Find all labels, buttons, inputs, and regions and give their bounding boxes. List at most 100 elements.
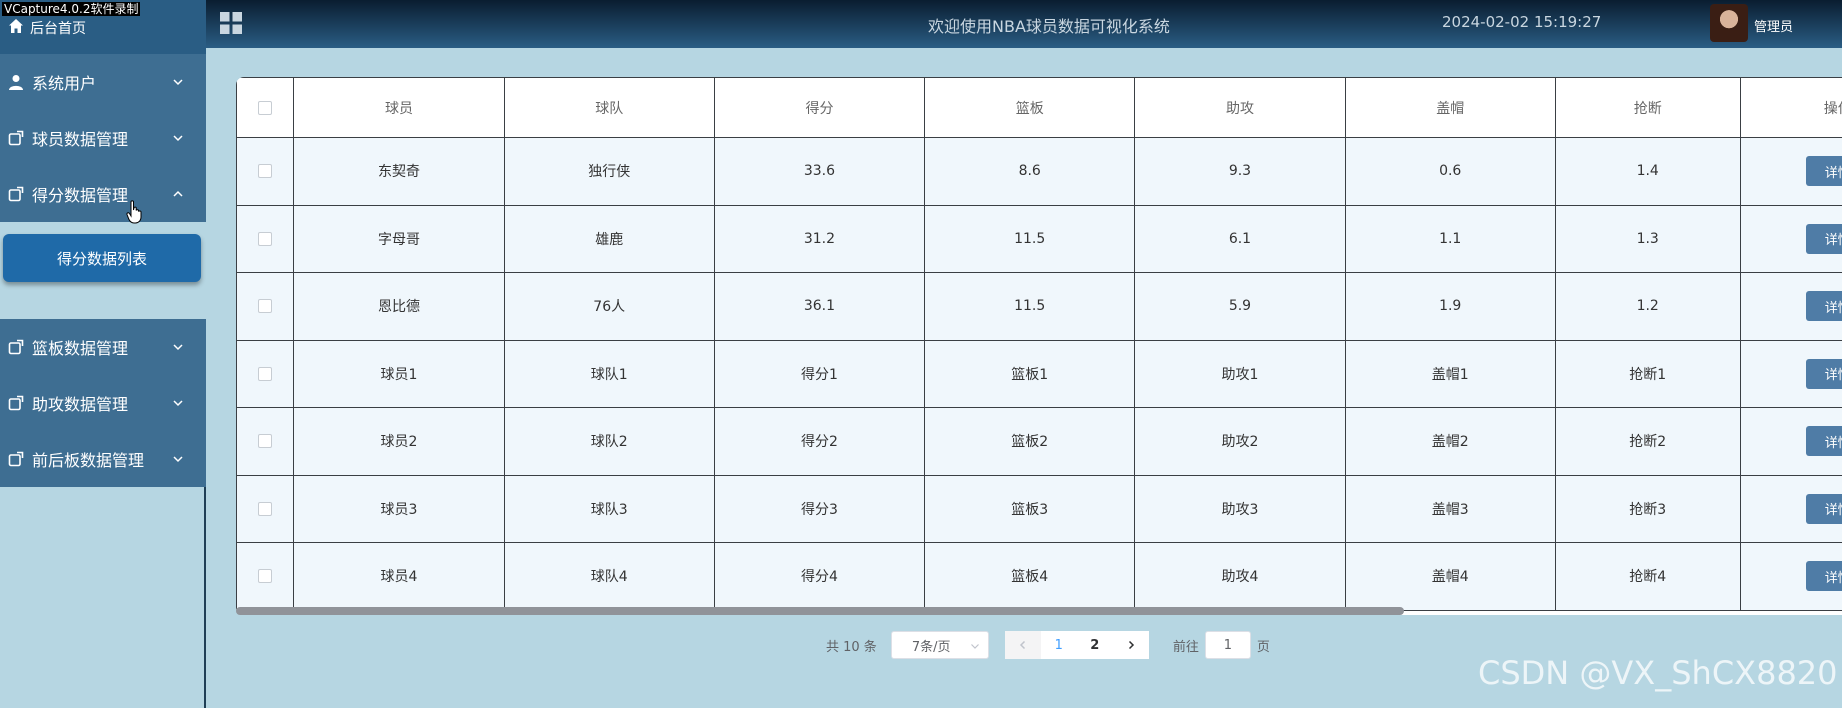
table-cell: 36.1 [713,272,926,341]
share-box-icon [8,130,24,146]
select-all-checkbox[interactable] [258,100,273,115]
sidebar-item-assist-data[interactable]: 助攻数据管理 [0,375,206,431]
submenu-item-score-list[interactable]: 得分数据列表 [3,234,201,282]
row-select-cell [236,272,295,341]
goto-page: 前往 1 页 [1173,631,1270,659]
row-checkbox[interactable] [258,501,273,516]
column-header: 抢断 [1554,77,1741,138]
sidebar-item-front-back-board-data[interactable]: 前后板数据管理 [0,431,206,487]
top-header: 欢迎使用NBA球员数据可视化系统 2024-02-02 15:19:27 管理员 [206,0,1842,48]
hand-cursor-icon [126,200,142,224]
detail-button[interactable]: 详情 [1805,561,1842,592]
table-cell: 球队3 [503,474,715,543]
sidebar-item-label: 得分数据管理 [32,186,129,205]
row-checkbox[interactable] [258,434,273,449]
system-title: 欢迎使用NBA球员数据可视化系统 [928,17,1170,36]
page-number-2[interactable]: 2 [1076,631,1113,659]
submenu-score-data: 得分数据列表 [0,222,206,319]
table-cell: 盖帽3 [1344,474,1556,543]
table-cell: 盖帽2 [1344,407,1556,476]
sidebar-item-system-users[interactable]: 系统用户 [0,54,206,110]
table-cell: 球员3 [293,474,505,543]
sidebar: 后台首页 系统用户 球员数据管理 得分数据管理 得分数据列表 篮板数据管理 助攻… [0,0,206,708]
detail-button[interactable]: 详情 [1805,493,1842,524]
table-cell: 5.9 [1134,272,1346,341]
table-cell: 东契奇 [293,137,505,206]
page-size-select[interactable]: 7条/页 [890,631,989,659]
detail-button[interactable]: 详情 [1805,223,1842,254]
sidebar-item-label: 前后板数据管理 [32,451,145,470]
table-cell: 助攻4 [1134,542,1346,611]
action-cell: 详情 [1739,407,1842,476]
sidebar-item-score-data[interactable]: 得分数据管理 [0,166,206,222]
table-cell: 雄鹿 [503,204,715,273]
user-name[interactable]: 管理员 [1754,16,1793,35]
table-cell: 31.2 [713,204,926,273]
grid-menu-icon[interactable] [220,12,242,34]
next-page-button[interactable] [1112,631,1149,659]
table-cell: 助攻2 [1134,407,1346,476]
action-cell: 详情 [1739,272,1842,341]
share-box-icon [8,339,24,355]
table-cell: 抢断4 [1554,542,1741,611]
chevron-down-icon [970,644,979,649]
table-cell: 球队1 [503,339,715,408]
table-cell: 独行侠 [503,137,715,206]
column-header: 球员 [293,77,505,138]
action-cell: 详情 [1739,137,1842,206]
total-count: 共 10 条 [826,639,877,655]
detail-button[interactable]: 详情 [1805,426,1842,457]
home-link[interactable]: 后台首页 [8,18,86,38]
table-cell: 篮板1 [924,339,1136,408]
detail-button[interactable]: 详情 [1805,358,1842,389]
chevron-up-icon [173,190,183,197]
table-cell: 6.1 [1134,204,1346,273]
row-checkbox[interactable] [258,164,273,179]
row-checkbox[interactable] [258,366,273,381]
page-number-1[interactable]: 1 [1040,631,1077,659]
action-cell: 详情 [1739,204,1842,273]
row-checkbox[interactable] [258,231,273,246]
sidebar-item-rebound-data[interactable]: 篮板数据管理 [0,319,206,375]
table-cell: 1.4 [1554,137,1741,206]
sidebar-item-label: 篮板数据管理 [32,339,129,358]
chevron-down-icon [173,135,183,142]
column-header: 助攻 [1134,77,1346,138]
sidebar-item-label: 助攻数据管理 [32,395,129,414]
share-box-icon [8,186,24,202]
avatar[interactable] [1710,4,1748,42]
table-cell: 33.6 [713,137,926,206]
table-header-row: 球员 球队 得分 篮板 助攻 盖帽 抢断 操作 [236,77,1842,138]
prev-page-button[interactable] [1004,631,1041,659]
goto-page-input[interactable]: 1 [1204,631,1251,659]
table-cell: 76人 [503,272,715,341]
horizontal-scrollbar[interactable] [236,607,1404,615]
table-row: 球员1球队1得分1篮板1助攻1盖帽1抢断1 详情 [236,339,1842,408]
share-box-icon [8,451,24,467]
table-cell: 抢断2 [1554,407,1741,476]
table-cell: 得分1 [713,339,926,408]
table-cell: 0.6 [1344,137,1556,206]
sidebar-menu: 系统用户 球员数据管理 得分数据管理 得分数据列表 篮板数据管理 助攻数据管理 … [0,54,206,487]
page-size-value: 7条/页 [911,639,951,655]
column-header: 操作 [1739,77,1842,138]
row-checkbox[interactable] [258,569,273,584]
column-header: 盖帽 [1344,77,1556,138]
sidebar-item-player-data[interactable]: 球员数据管理 [0,110,206,166]
table-cell: 助攻1 [1134,339,1346,408]
table-cell: 字母哥 [293,204,505,273]
table-row: 恩比德76人36.111.55.91.91.2 详情 [236,272,1842,341]
table-cell: 11.5 [924,272,1136,341]
score-data-table: 球员 球队 得分 篮板 助攻 盖帽 抢断 操作 东契奇独行侠33.68.69.3… [236,77,1842,615]
row-checkbox[interactable] [258,299,273,314]
table-cell: 9.3 [1134,137,1346,206]
detail-button[interactable]: 详情 [1805,291,1842,322]
action-cell: 详情 [1739,474,1842,543]
table-cell: 得分2 [713,407,926,476]
detail-button[interactable]: 详情 [1805,156,1842,187]
table-cell: 盖帽1 [1344,339,1556,408]
select-all-cell [236,77,295,138]
row-select-cell [236,407,295,476]
row-select-cell [236,474,295,543]
column-header: 篮板 [924,77,1136,138]
